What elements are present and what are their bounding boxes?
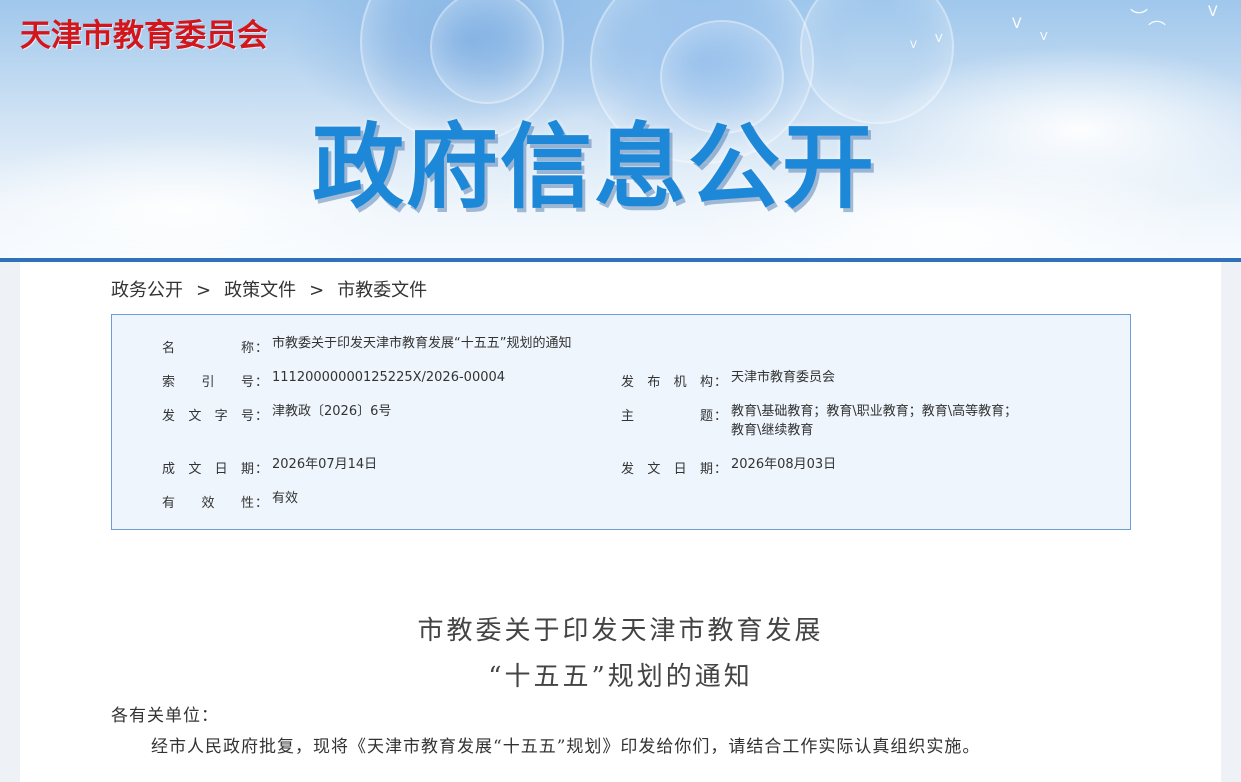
meta-label-published-date: 发文日期 [621, 462, 713, 477]
breadcrumb-separator: > [309, 280, 325, 301]
bird-icon: ᐯ [1040, 30, 1048, 43]
bird-icon: ︶︵ [1130, 8, 1166, 29]
meta-label-validity: 有效性 [162, 496, 254, 511]
site-title[interactable]: 天津市教育委员会 [20, 10, 268, 55]
meta-colon: ： [714, 375, 728, 390]
breadcrumb-item-policy-docs[interactable]: 政策文件 [224, 280, 296, 301]
document-metadata-box: 名称 ： 市教委关于印发天津市教育发展“十五五”规划的通知 索引号 ： 1112… [111, 314, 1131, 530]
meta-value-issuer: 天津市教育委员会 [731, 370, 836, 385]
bird-icon: ᐯ [935, 32, 943, 45]
meta-colon: ： [714, 462, 728, 477]
bird-icon: ᐯ [1012, 16, 1022, 32]
meta-label-index-no: 索引号 [162, 375, 254, 390]
meta-value-created-date: 2026年07月14日 [272, 457, 378, 472]
meta-label-subject: 主题 [621, 409, 713, 424]
bird-icon: ᐯ [910, 40, 917, 51]
meta-colon: ： [714, 409, 728, 424]
meta-value-name: 市教委关于印发天津市教育发展“十五五”规划的通知 [272, 336, 572, 351]
meta-colon: ： [255, 375, 269, 390]
meta-value-doc-no: 津教政〔2026〕6号 [272, 404, 392, 419]
meta-value-subject-line2: 教育\继续教育 [731, 423, 814, 438]
meta-value-subject-line1: 教育\基础教育；教育\职业教育；教育\高等教育； [731, 404, 1018, 419]
meta-colon: ： [255, 496, 269, 511]
meta-colon: ： [255, 341, 269, 356]
meta-value-index-no: 11120000000125225X/2026-00004 [272, 370, 506, 385]
meta-label-name: 名称 [162, 341, 254, 356]
meta-value-published-date: 2026年08月03日 [731, 457, 837, 472]
document-title-line1: 市教委关于印发天津市教育发展 [417, 616, 824, 646]
meta-value-validity: 有效 [272, 491, 299, 506]
document-paragraph: 经市人民政府批复，现将《天津市教育发展“十五五”规划》印发给你们，请结合工作实际… [151, 737, 981, 757]
meta-label-created-date: 成文日期 [162, 462, 254, 477]
breadcrumb-item-commission-docs[interactable]: 市教委文件 [337, 280, 427, 301]
rose-decoration [800, 0, 954, 124]
meta-colon: ： [255, 409, 269, 424]
banner-heading: 政府信息公开 [312, 114, 877, 221]
header-banner: ︶︵ ᐯ ᐯ ᐯ ᐯ ᐯ 天津市教育委员会 政府信息公开 [0, 0, 1241, 258]
meta-colon: ： [255, 462, 269, 477]
document-salutation: 各有关单位： [111, 706, 219, 726]
breadcrumb: 政务公开 > 政策文件 > 市教委文件 [111, 276, 427, 302]
meta-label-issuer: 发布机构 [621, 375, 713, 390]
meta-label-doc-no: 发文字号 [162, 409, 254, 424]
document-title-line2: “十五五”规划的通知 [488, 662, 753, 692]
bird-icon: ᐯ [1208, 4, 1218, 20]
breadcrumb-item-gov-affairs[interactable]: 政务公开 [111, 280, 183, 301]
breadcrumb-separator: > [196, 280, 212, 301]
